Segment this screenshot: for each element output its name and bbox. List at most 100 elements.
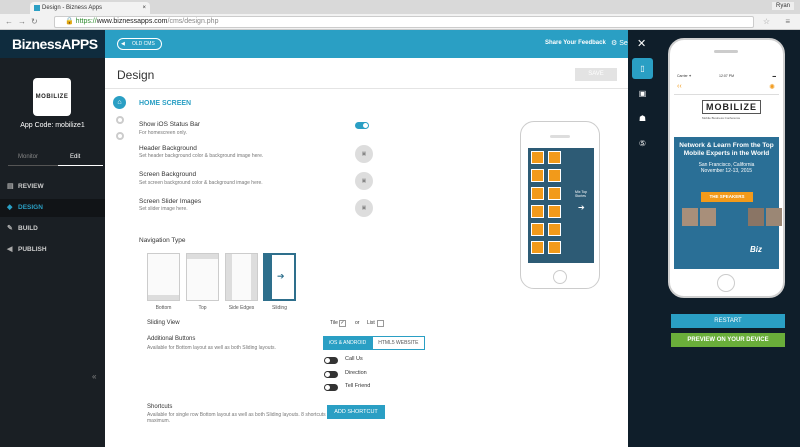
browser-tab[interactable]: Design - Bizness Apps × xyxy=(30,2,150,14)
sidebar-item-design[interactable]: ◆ DESIGN xyxy=(0,199,105,217)
ios-android-tab[interactable]: iOS & ANDROID xyxy=(323,336,373,350)
image-icon: ▣ xyxy=(361,151,367,157)
sidebar-item-label: BUILD xyxy=(18,225,38,232)
home-step-icon[interactable]: ⌂ xyxy=(113,96,126,109)
url-path: /cms/design.php xyxy=(167,18,219,25)
step-2[interactable] xyxy=(116,116,124,124)
monitor-tab[interactable]: Monitor xyxy=(18,154,38,160)
header-bg-label: Header Background xyxy=(139,145,197,152)
mini-tile xyxy=(548,187,561,200)
old-cms-button[interactable]: OLD CMS xyxy=(117,38,162,50)
restart-button[interactable]: RESTART xyxy=(671,314,785,328)
tell-friend-toggle[interactable] xyxy=(324,384,338,391)
header-bg-image-button[interactable]: ▣ xyxy=(355,145,373,163)
browser-menu-icon[interactable]: ≡ xyxy=(785,17,790,26)
url-scheme: https:// xyxy=(75,18,97,25)
call-us-toggle[interactable] xyxy=(324,357,338,364)
forward-icon[interactable]: → xyxy=(18,17,26,26)
mini-tile xyxy=(548,223,561,236)
mini-tile xyxy=(548,205,561,218)
speakers-button[interactable]: THE SPEAKERS xyxy=(701,192,753,202)
sidebar-item-label: REVIEW xyxy=(18,183,44,190)
back-icon[interactable]: ‹‹ xyxy=(677,83,682,90)
gear-icon[interactable]: ✺ xyxy=(769,83,775,91)
hero-date: November 12-13, 2015 xyxy=(700,168,753,174)
close-tab-icon[interactable]: × xyxy=(142,2,146,14)
mobilize-logo: MOBILIZE xyxy=(702,100,761,114)
bizness-apps-logo[interactable]: BiznessAPPS xyxy=(0,30,105,58)
shortcuts-label: Shortcuts xyxy=(147,404,173,410)
add-shortcut-button[interactable]: ADD SHORTCUT xyxy=(327,405,385,419)
mini-phone-home-button xyxy=(553,270,567,284)
status-bar-label: Show iOS Status Bar xyxy=(139,121,201,128)
step-3[interactable] xyxy=(116,132,124,140)
speaker-photo xyxy=(766,208,782,226)
sidebar-item-review[interactable]: ▤ REVIEW xyxy=(0,178,105,196)
mini-phone-speaker xyxy=(550,135,570,138)
battery-icon: ▬ xyxy=(772,74,777,78)
sidebar-item-build[interactable]: ✎ BUILD xyxy=(0,220,105,238)
direction-label: Direction xyxy=(345,370,367,376)
lock-icon: 🔒 xyxy=(65,18,74,25)
status-bar-toggle[interactable] xyxy=(355,122,369,129)
nav-option-top[interactable] xyxy=(186,253,219,301)
mini-tile xyxy=(531,241,544,254)
slider-images-sub: Set slider image here. xyxy=(139,206,188,212)
app-code: App Code: mobilize1 xyxy=(20,122,85,129)
sidebar-item-publish[interactable]: ◀ PUBLISH xyxy=(0,241,105,259)
sidebar: MOBILIZE App Code: mobilize1 Monitor Edi… xyxy=(0,58,105,447)
android-icon[interactable]: ☗ xyxy=(632,108,653,129)
profile-button[interactable]: Ryan xyxy=(771,2,794,10)
section-title: HOME SCREEN xyxy=(139,100,192,107)
additional-buttons-sub: Available for Bottom layout as well as b… xyxy=(147,345,276,351)
reload-icon[interactable]: ↻ xyxy=(31,17,38,26)
navigation-type-label: Navigation Type xyxy=(139,237,186,244)
tell-friend-label: Tell Friend xyxy=(345,383,371,389)
html5-website-tab[interactable]: HTML5 WEBSITE xyxy=(372,336,425,350)
preview-on-device-button[interactable]: PREVIEW ON YOUR DEVICE xyxy=(671,333,785,347)
nav-option-sliding[interactable]: ➔ xyxy=(263,253,296,301)
nav-option-label: Sliding xyxy=(271,305,287,311)
screen-bg-image-button[interactable]: ▣ xyxy=(355,172,373,190)
direction-toggle[interactable] xyxy=(324,371,338,378)
palette-icon: ◆ xyxy=(7,204,13,211)
slider-image-button[interactable]: ▣ xyxy=(355,199,373,217)
bookmark-star-icon[interactable]: ☆ xyxy=(763,17,770,26)
tablet-device-icon[interactable]: ▣ xyxy=(632,83,653,104)
save-button[interactable]: SAVE xyxy=(575,68,617,81)
list-label: List xyxy=(367,320,375,326)
divider xyxy=(105,88,628,89)
header-bg-sub: Set header background color & background… xyxy=(139,153,264,159)
app-badge: MOBILIZE xyxy=(33,78,71,116)
share-feedback-link[interactable]: Share Your Feedback xyxy=(545,40,606,46)
sidebar-item-label: PUBLISH xyxy=(18,246,47,253)
wrench-icon: ✎ xyxy=(7,225,13,232)
screen-bg-sub: Set screen background color & background… xyxy=(139,180,263,186)
tile-checkbox[interactable]: ✓ xyxy=(339,320,346,327)
nav-option-side-edges[interactable] xyxy=(225,253,258,301)
biz-footer-logo: Biz xyxy=(750,245,762,254)
edit-tab[interactable]: Edit xyxy=(70,154,80,160)
settings-gear-icon: ⚙ xyxy=(611,40,618,47)
phone-app-header: ‹‹ ✺ xyxy=(674,81,779,95)
list-checkbox[interactable] xyxy=(377,320,384,327)
iphone-device-icon[interactable]: ▯ xyxy=(632,58,653,79)
tile-label: Tile xyxy=(330,320,338,326)
mini-tile xyxy=(531,187,544,200)
url-input[interactable]: 🔒 https://www.biznessapps.com/cms/design… xyxy=(54,16,754,28)
collapse-sidebar-button[interactable]: « xyxy=(92,372,96,381)
page-title: Design xyxy=(117,68,155,82)
or-label: or xyxy=(355,320,360,326)
nav-option-label: Top xyxy=(198,305,207,311)
back-icon[interactable]: ← xyxy=(5,17,13,26)
close-icon[interactable]: ✕ xyxy=(637,37,646,50)
logo-part2: APPS xyxy=(61,36,98,52)
settings-link[interactable]: ⚙ Se xyxy=(611,39,628,47)
phone-speaker xyxy=(714,50,738,53)
nav-option-bottom[interactable] xyxy=(147,253,180,301)
carrier-label: Carrier ✦ xyxy=(677,74,692,78)
shortcuts-sub: Available for single row Bottom layout a… xyxy=(147,412,326,424)
additional-buttons-label: Additional Buttons xyxy=(147,336,196,342)
megaphone-icon: ◀ xyxy=(7,246,13,253)
html5-icon[interactable]: ⑤ xyxy=(632,133,653,154)
